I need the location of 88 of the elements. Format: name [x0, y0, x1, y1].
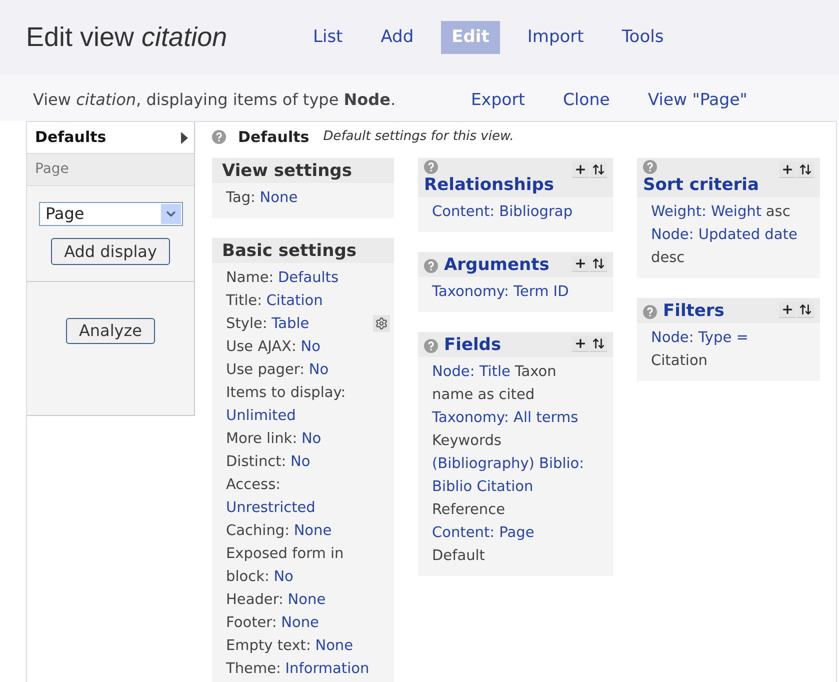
setting-text: Header: [226, 591, 284, 610]
setting-text: Use pager: [226, 361, 305, 380]
setting-link[interactable]: Defaults [278, 267, 339, 290]
tab[interactable]: Add [370, 20, 425, 54]
setting-text: Citation [651, 352, 708, 371]
dropdown-icon [160, 204, 180, 224]
setting-text: Items to display: [226, 384, 346, 403]
help-icon[interactable] [424, 258, 438, 272]
setting-link[interactable]: Node: Type = [651, 327, 748, 350]
help-icon[interactable] [643, 160, 657, 174]
add-button[interactable] [779, 302, 796, 318]
add-button[interactable] [572, 256, 589, 272]
setting-link[interactable]: Node: Title [432, 361, 510, 384]
tab[interactable]: Tools [610, 20, 675, 54]
setting-text: Use AJAX: [226, 338, 296, 357]
setting-link[interactable]: Biblio Citation [432, 476, 534, 499]
setting-text: Tag: [226, 189, 256, 208]
setting-text: More link: [226, 430, 298, 449]
setting-link[interactable]: Unlimited [226, 405, 296, 428]
help-icon[interactable] [424, 338, 438, 352]
add-display-button[interactable]: Add display [51, 238, 170, 265]
display-type-select[interactable]: Page [38, 202, 182, 226]
setting-link[interactable]: Taxonomy: All terms [432, 407, 578, 430]
help-icon[interactable] [424, 160, 438, 174]
rearrange-button[interactable] [590, 256, 607, 272]
setting-text: block: [226, 568, 270, 587]
setting-link[interactable]: No [301, 428, 322, 451]
setting-text: Footer: [226, 614, 277, 633]
setting-text: Default [432, 547, 485, 566]
view-action-link[interactable]: Export [471, 88, 526, 112]
setting-link[interactable]: No [308, 359, 329, 382]
setting-text: Name: [226, 269, 274, 288]
setting-link[interactable]: None [260, 187, 298, 210]
setting-link[interactable]: (Bibliography) Biblio: [432, 453, 584, 476]
setting-link[interactable]: Weight: Weight [651, 201, 762, 224]
setting-link[interactable]: None [281, 612, 319, 635]
view-action-link[interactable]: Clone [563, 88, 610, 112]
setting-link[interactable]: None [315, 635, 354, 658]
setting-link[interactable]: Node: Updated date [651, 224, 798, 247]
arrow-icon [181, 132, 188, 144]
setting-text: name as cited [432, 386, 535, 405]
setting-link[interactable]: No [300, 336, 320, 359]
help-icon[interactable] [643, 304, 657, 318]
display-tab[interactable]: Defaults [27, 122, 194, 154]
analyze-button[interactable]: Analyze [66, 318, 156, 344]
section-title: Basic settings [221, 240, 356, 263]
page-title: Edit view citation [26, 21, 228, 54]
setting-link[interactable]: None [294, 520, 332, 543]
view-description: View citation, displaying items of type Node. [33, 89, 397, 111]
rearrange-button[interactable] [590, 162, 607, 178]
setting-text: Distinct: [226, 453, 286, 472]
setting-text: Exposed form in [226, 545, 344, 564]
setting-link[interactable]: Information [285, 658, 370, 681]
add-button[interactable] [779, 162, 796, 178]
display-description: Default settings for this view. [323, 128, 514, 146]
setting-link[interactable]: Taxonomy: Term ID [432, 281, 569, 304]
view-action-link[interactable]: View "Page" [648, 88, 748, 112]
gear-icon[interactable] [373, 315, 390, 332]
display-tab[interactable]: Page [27, 154, 194, 186]
setting-link[interactable]: Content: Page [432, 522, 534, 545]
setting-link[interactable]: No [290, 451, 310, 474]
rearrange-button[interactable] [797, 162, 814, 178]
tab[interactable]: List [302, 20, 354, 54]
tab[interactable]: Import [516, 20, 595, 54]
setting-text: Caching: [226, 522, 290, 541]
setting-link[interactable]: Unrestricted [226, 497, 316, 520]
display-title: Defaults [238, 126, 310, 148]
setting-text: Reference [432, 501, 506, 520]
setting-text: Title: [226, 292, 262, 311]
setting-text: asc [766, 203, 790, 222]
setting-text: Keywords [432, 432, 502, 451]
setting-text: Theme: [226, 660, 281, 679]
help-icon[interactable] [212, 130, 226, 144]
section-title: View settings [221, 160, 352, 183]
setting-link[interactable]: Content: Bibliograp [432, 201, 573, 224]
setting-text: Access: [226, 476, 281, 495]
setting-link[interactable]: Citation [266, 290, 323, 313]
setting-text: desc [651, 249, 685, 268]
setting-text: Taxon [514, 363, 556, 382]
setting-link[interactable]: No [274, 566, 294, 589]
setting-text: Empty text: [226, 637, 311, 656]
setting-text: Style: [226, 315, 268, 334]
rearrange-button[interactable] [797, 302, 814, 318]
add-button[interactable] [572, 336, 589, 352]
rearrange-button[interactable] [590, 336, 607, 352]
setting-link[interactable]: Table [272, 313, 310, 336]
add-button[interactable] [572, 162, 589, 178]
setting-link[interactable]: None [288, 589, 326, 612]
